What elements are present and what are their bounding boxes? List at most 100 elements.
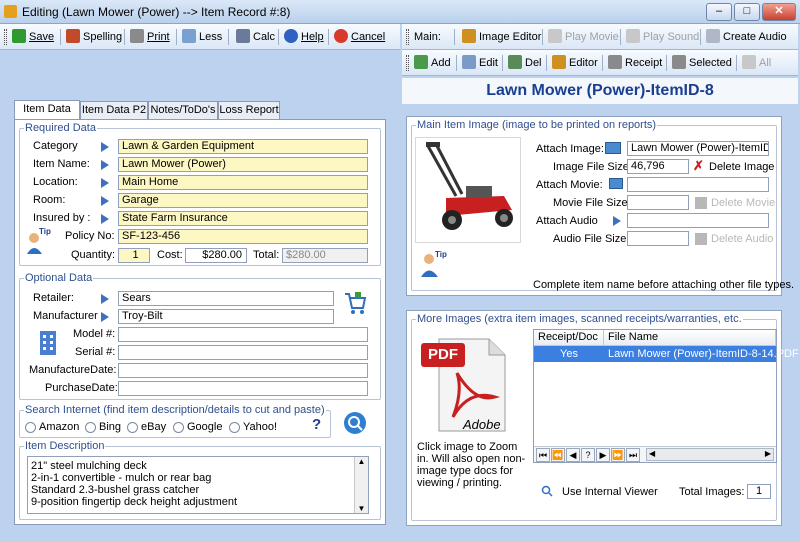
model-label: Model #: <box>73 328 116 340</box>
delete-image-icon[interactable]: ✗ <box>693 158 704 174</box>
print-button[interactable]: Print <box>130 28 170 46</box>
last-record-button[interactable]: ⏭ <box>626 448 640 462</box>
attach-movie-field[interactable] <box>627 177 769 192</box>
delete-audio-icon[interactable] <box>695 233 707 245</box>
item-description-legend: Item Description <box>25 440 105 452</box>
print-all-button[interactable]: All <box>742 54 771 72</box>
search-help-button[interactable]: ? <box>312 416 321 433</box>
model-field[interactable] <box>118 327 368 342</box>
cancel-button[interactable]: Cancel <box>334 28 385 46</box>
manufacture-date-field[interactable] <box>118 363 368 378</box>
manufacturer-field[interactable]: Troy-Bilt <box>118 309 334 324</box>
yahoo-radio[interactable] <box>229 422 240 433</box>
insured-arrow-icon[interactable] <box>101 214 109 224</box>
play-movie-button[interactable]: Play Movie <box>548 28 619 46</box>
description-scrollbar[interactable]: ▲ ▼ <box>354 457 368 513</box>
image-editor-button[interactable]: Image Editor <box>462 28 541 46</box>
pdf-document-thumbnail[interactable]: PDF Adobe <box>417 333 521 437</box>
category-field[interactable]: Lawn & Garden Equipment <box>118 139 368 154</box>
scroll-up-icon[interactable]: ▲ <box>355 457 368 466</box>
shopping-cart-icon[interactable] <box>343 290 367 316</box>
item-name-field[interactable]: Lawn Mower (Power) <box>118 157 368 172</box>
scroll-down-icon[interactable]: ▼ <box>355 504 368 513</box>
toolbar-separator <box>124 29 125 45</box>
item-name-arrow-icon[interactable] <box>101 160 109 170</box>
location-field[interactable]: Main Home <box>118 175 368 190</box>
create-audio-button[interactable]: Create Audio <box>706 28 787 46</box>
insured-by-field[interactable]: State Farm Insurance <box>118 211 368 226</box>
tab-loss-report[interactable]: Loss Report <box>218 101 280 119</box>
close-button[interactable]: ✕ <box>762 3 796 21</box>
help-button[interactable]: Help <box>284 28 324 46</box>
manufacturer-arrow-icon[interactable] <box>101 312 109 322</box>
toolbar-grip[interactable] <box>4 29 7 45</box>
toolbar-grip[interactable] <box>406 29 409 45</box>
more-images-grid[interactable]: Receipt/Doc File Name Yes Lawn Mower (Po… <box>533 329 799 463</box>
first-record-button[interactable]: ⏮ <box>536 448 550 462</box>
magnifier-icon[interactable] <box>541 485 553 497</box>
toolbar-separator <box>60 29 61 45</box>
printer-icon <box>742 55 756 69</box>
save-button[interactable]: Save <box>12 28 54 46</box>
film-icon[interactable] <box>609 178 623 189</box>
grid-horizontal-scrollbar[interactable]: ◀ ▶ <box>646 448 774 461</box>
serial-field[interactable] <box>118 345 368 360</box>
next-page-button[interactable]: ⏩ <box>611 448 625 462</box>
retailer-arrow-icon[interactable] <box>101 294 109 304</box>
item-description-textarea[interactable]: 21" steel mulching deck 2-in-1 convertib… <box>27 456 369 514</box>
delete-image-button[interactable]: Delete Image <box>709 161 774 173</box>
play-sound-button[interactable]: Play Sound <box>626 28 699 46</box>
description-line: 21" steel mulching deck <box>31 460 147 472</box>
ebay-radio-label: eBay <box>141 421 167 433</box>
printer-icon <box>672 55 686 69</box>
attach-image-icon[interactable] <box>605 142 621 154</box>
room-arrow-icon[interactable] <box>101 196 109 206</box>
category-arrow-icon[interactable] <box>101 142 109 152</box>
google-radio[interactable] <box>173 422 184 433</box>
delete-movie-button[interactable]: Delete Movie <box>711 197 775 209</box>
calc-button[interactable]: Calc <box>236 28 275 46</box>
ebay-radio[interactable] <box>127 422 138 433</box>
attach-image-field[interactable]: Lawn Mower (Power)-ItemID-8. <box>627 141 769 156</box>
table-row[interactable]: Yes Lawn Mower (Power)-ItemID-8-14.PDF <box>534 346 799 362</box>
toolbar-grip[interactable] <box>406 55 409 71</box>
maximize-button[interactable]: □ <box>734 3 760 21</box>
scroll-right-icon[interactable]: ▶ <box>765 449 771 458</box>
file-name-column-header[interactable]: File Name <box>604 330 776 346</box>
minimize-button[interactable]: – <box>706 3 732 21</box>
cost-field[interactable]: $280.00 <box>185 248 247 263</box>
use-internal-viewer-label[interactable]: Use Internal Viewer <box>562 486 658 498</box>
audio-arrow-icon[interactable] <box>613 216 621 226</box>
editor-button[interactable]: Editor <box>552 54 598 72</box>
bing-radio[interactable] <box>85 422 96 433</box>
main-item-image[interactable] <box>415 137 521 243</box>
tab-item-data-p1[interactable]: Item Data P1 <box>14 100 80 131</box>
purchase-date-field[interactable] <box>118 381 368 396</box>
delete-movie-icon[interactable] <box>695 197 707 209</box>
delete-audio-button[interactable]: Delete Audio <box>711 233 773 245</box>
room-field[interactable]: Garage <box>118 193 368 208</box>
spelling-button[interactable]: Spelling <box>66 28 122 46</box>
add-image-button[interactable]: Add <box>414 54 451 72</box>
record-help-button[interactable]: ? <box>581 448 595 462</box>
tab-item-data-p2[interactable]: Item Data P2 <box>80 101 148 119</box>
edit-image-button[interactable]: Edit <box>462 54 498 72</box>
scroll-left-icon[interactable]: ◀ <box>649 449 655 458</box>
print-selected-button[interactable]: Selected <box>672 54 732 72</box>
prev-record-button[interactable]: ◀ <box>566 448 580 462</box>
amazon-radio[interactable] <box>25 422 36 433</box>
retailer-field[interactable]: Sears <box>118 291 334 306</box>
policy-field[interactable]: SF-123-456 <box>118 229 368 244</box>
less-button[interactable]: Less <box>182 28 222 46</box>
location-arrow-icon[interactable] <box>101 178 109 188</box>
quantity-field[interactable]: 1 <box>118 248 150 263</box>
attach-audio-field[interactable] <box>627 213 769 228</box>
tab-notes-todos[interactable]: Notes/ToDo's <box>148 101 218 119</box>
receipt-doc-column-header[interactable]: Receipt/Doc <box>534 330 604 346</box>
prev-page-button[interactable]: ⏪ <box>551 448 565 462</box>
receipt-button[interactable]: Receipt <box>608 54 662 72</box>
next-record-button[interactable]: ▶ <box>596 448 610 462</box>
delete-image-button[interactable]: Del <box>508 54 542 72</box>
add-image-icon <box>414 55 428 69</box>
search-icon[interactable] <box>342 410 368 436</box>
